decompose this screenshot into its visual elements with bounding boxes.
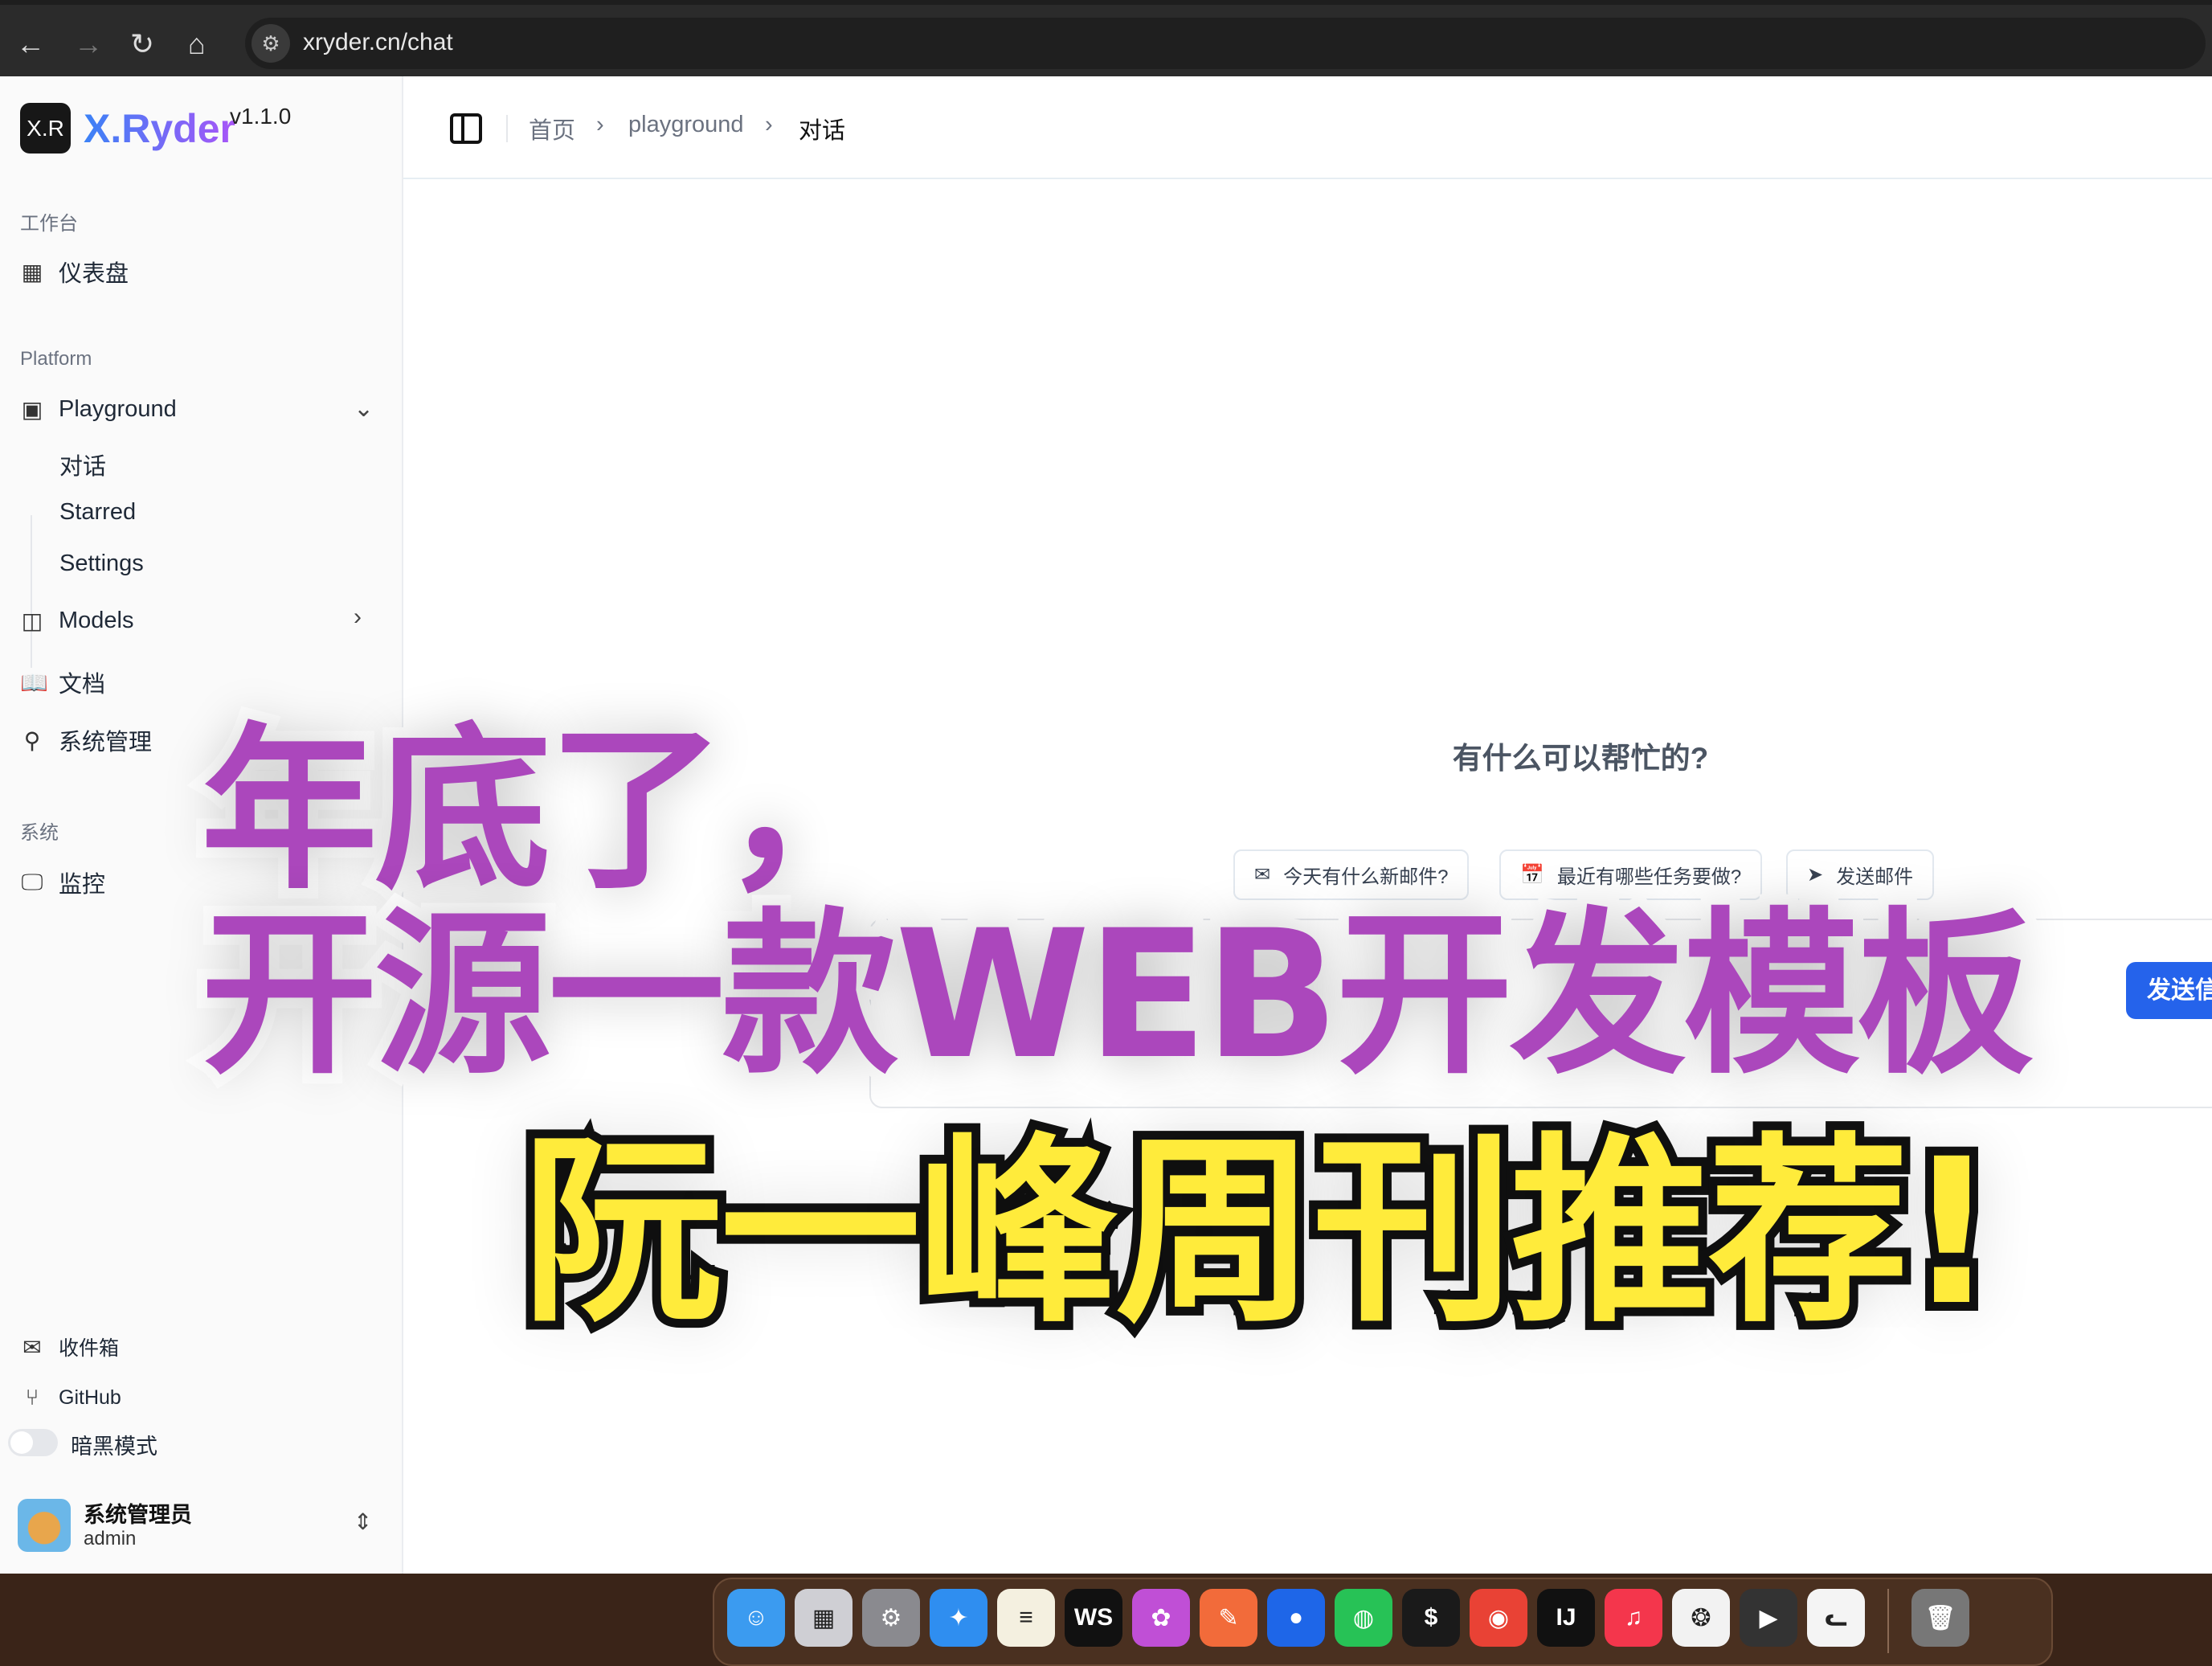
bot-icon: ◫ <box>21 608 43 633</box>
chevron-updown-icon[interactable]: ⇕ <box>354 1508 372 1535</box>
section-platform: Platform <box>20 348 92 370</box>
sidebar-toggle-icon[interactable] <box>450 113 482 144</box>
section-workbench: 工作台 <box>20 213 78 235</box>
dock: ☺ ▦ ⚙ ✦ ≡ WS ✿ ✎ ● ◍ $ ◉ IJ ♫ ❂ ▶ ᓚ 🗑 <box>713 1578 2053 1666</box>
breadcrumb-playground[interactable]: playground <box>628 112 744 138</box>
section-system: 系统 <box>20 822 59 844</box>
dock-chrome-icon[interactable]: ◉ <box>1470 1589 1527 1647</box>
mail-icon: ✉ <box>22 1334 42 1360</box>
breadcrumb-home[interactable]: 首页 <box>529 112 575 145</box>
sidebar-subitem-chat[interactable]: 对话 <box>59 448 106 481</box>
sidebar-item-monitor[interactable]: 🖵 监控 <box>20 866 106 899</box>
sidebar-item-system-admin[interactable]: ⚲ 系统管理 <box>20 723 152 757</box>
dock-divider <box>1887 1589 1889 1653</box>
chevron-right-icon[interactable]: › <box>354 604 362 631</box>
chevron-right-icon: › <box>596 112 604 137</box>
home-icon[interactable]: ⌂ <box>188 27 206 61</box>
avatar[interactable] <box>18 1499 71 1552</box>
label: 文档 <box>59 672 106 698</box>
dock-webstorm-icon[interactable]: WS <box>1065 1589 1122 1647</box>
chevron-down-icon[interactable]: ⌄ <box>354 395 374 423</box>
dock-terminal-icon[interactable]: $ <box>1402 1589 1460 1647</box>
dock-trash-icon[interactable]: 🗑 <box>1911 1589 1969 1647</box>
divider <box>31 515 32 668</box>
dock-notes-icon[interactable]: ≡ <box>997 1589 1055 1647</box>
sidebar-item-docs[interactable]: 📖 文档 <box>20 665 105 699</box>
site-settings-icon[interactable]: ⚙ <box>251 24 290 63</box>
label: GitHub <box>59 1386 121 1409</box>
dock-safari-icon[interactable]: ✦ <box>930 1589 987 1647</box>
monitor-icon: 🖵 <box>21 869 43 894</box>
book-icon: 📖 <box>20 669 48 695</box>
logo: X.R <box>20 103 71 154</box>
browser-toolbar: ← → ↻ ⌂ ⚙ xryder.cn/chat <box>0 0 2212 76</box>
dock-final-cut-icon[interactable]: ▶ <box>1740 1589 1797 1647</box>
user-name: 系统管理员 <box>84 1503 192 1527</box>
chevron-right-icon: › <box>765 112 773 137</box>
label: 仪表盘 <box>59 261 129 287</box>
sidebar-subitem-settings[interactable]: Settings <box>59 551 144 577</box>
dark-mode-toggle[interactable] <box>8 1429 58 1456</box>
label: 收件箱 <box>59 1337 120 1360</box>
sidebar-item-dashboard[interactable]: ▦ 仪表盘 <box>20 255 129 289</box>
terminal-icon: ▣ <box>21 397 43 422</box>
reload-icon[interactable]: ↻ <box>130 27 154 61</box>
user-role: admin <box>84 1528 137 1549</box>
overlay-line3: 阮一峰周刊推荐! <box>513 1107 2006 1358</box>
dark-mode-label: 暗黑模式 <box>71 1435 157 1459</box>
label: 监控 <box>59 872 106 898</box>
grid-icon: ▦ <box>21 259 43 284</box>
dock-chatgpt-icon[interactable]: ❂ <box>1672 1589 1730 1647</box>
sidebar-item-inbox[interactable]: ✉ 收件箱 <box>20 1332 119 1361</box>
label: 系统管理 <box>59 730 153 755</box>
forward-icon[interactable]: → <box>74 27 103 61</box>
address-bar[interactable]: ⚙ xryder.cn/chat <box>245 18 2206 69</box>
sidebar-item-github[interactable]: ⑂ GitHub <box>20 1385 121 1410</box>
dock-pin-icon[interactable]: ● <box>1267 1589 1325 1647</box>
version: v1.1.0 <box>230 104 292 129</box>
github-icon: ⑂ <box>25 1385 39 1410</box>
header: 首页 › playground › 对话 <box>403 76 2212 179</box>
label: Models <box>59 608 134 633</box>
dock-finder-icon[interactable]: ☺ <box>727 1589 785 1647</box>
sidebar-subitem-starred[interactable]: Starred <box>59 499 136 526</box>
back-icon[interactable]: ← <box>16 27 45 61</box>
dock-intellij-icon[interactable]: IJ <box>1537 1589 1595 1647</box>
brand-name: X.Ryder <box>84 106 235 151</box>
dock-launchpad-icon[interactable]: ▦ <box>795 1589 852 1647</box>
send-button[interactable]: 发送信 <box>2126 962 2212 1019</box>
dock-flower-icon[interactable]: ✿ <box>1132 1589 1190 1647</box>
divider <box>506 115 508 142</box>
sidebar-item-models[interactable]: ◫ Models <box>20 608 134 634</box>
dock-wechat-icon[interactable]: ◍ <box>1335 1589 1392 1647</box>
sidebar-item-playground[interactable]: ▣ Playground <box>20 396 177 423</box>
dock-music-icon[interactable]: ♫ <box>1605 1589 1662 1647</box>
dock-system-settings-icon[interactable]: ⚙ <box>862 1589 920 1647</box>
settings-sliders-icon: ⚲ <box>23 727 41 753</box>
label: Playground <box>59 396 177 422</box>
url-text[interactable]: xryder.cn/chat <box>303 29 453 56</box>
dock-cat-icon[interactable]: ᓚ <box>1807 1589 1865 1647</box>
dock-postman-icon[interactable]: ✎ <box>1200 1589 1257 1647</box>
breadcrumb-current: 对话 <box>799 118 846 144</box>
